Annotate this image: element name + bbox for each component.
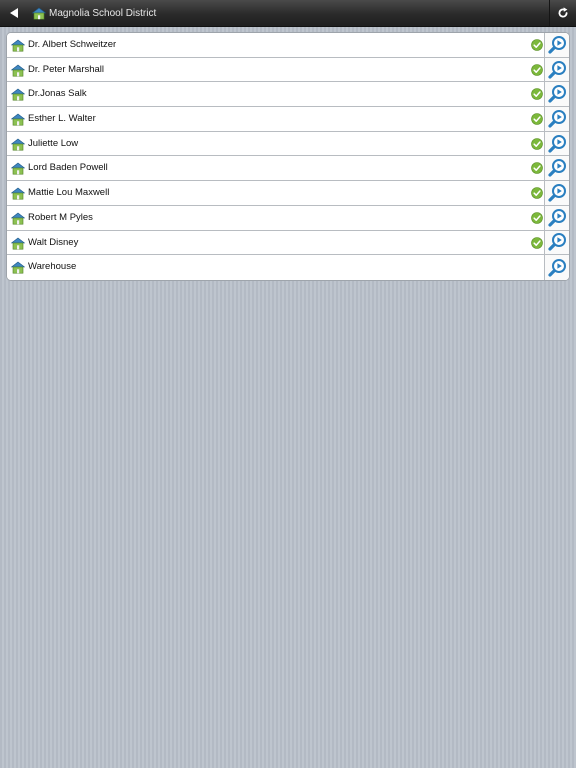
refresh-icon bbox=[558, 7, 568, 18]
school-name: Juliette Low bbox=[28, 137, 79, 149]
top-toolbar: Magnolia School District bbox=[0, 0, 576, 27]
view-details-button[interactable] bbox=[544, 181, 569, 205]
magnifier-play-icon bbox=[547, 232, 567, 252]
school-row[interactable]: Esther L. Walter bbox=[7, 107, 569, 132]
school-house-icon bbox=[11, 113, 25, 126]
school-house-icon bbox=[32, 7, 46, 20]
view-details-button[interactable] bbox=[544, 230, 569, 255]
school-name: Esther L. Walter bbox=[28, 113, 96, 125]
magnifier-play-icon bbox=[547, 134, 567, 154]
checkmark-icon bbox=[531, 113, 543, 125]
title-area: Magnolia School District bbox=[32, 0, 156, 26]
school-row[interactable]: Dr.Jonas Salk bbox=[7, 82, 569, 108]
school-house-icon bbox=[11, 261, 25, 274]
checkmark-icon bbox=[531, 63, 543, 76]
school-name: Dr.Jonas Salk bbox=[28, 88, 87, 100]
view-details-button[interactable] bbox=[544, 156, 569, 181]
magnifier-play-icon bbox=[547, 183, 567, 203]
school-house-icon bbox=[11, 162, 25, 175]
magnifier-play-icon bbox=[547, 84, 567, 104]
view-details-button[interactable] bbox=[544, 33, 569, 57]
checkmark-icon bbox=[531, 39, 543, 51]
magnifier-play-icon bbox=[547, 60, 567, 80]
school-name: Dr. Peter Marshall bbox=[28, 63, 105, 75]
school-row[interactable]: Robert M Pyles bbox=[7, 205, 569, 231]
magnifier-play-icon bbox=[547, 258, 567, 278]
school-house-icon bbox=[11, 138, 25, 151]
view-details-button[interactable] bbox=[544, 255, 569, 280]
back-button[interactable] bbox=[0, 0, 27, 26]
magnifier-play-icon bbox=[547, 35, 567, 55]
checkmark-icon bbox=[531, 212, 543, 224]
school-row[interactable]: Juliette Low bbox=[7, 131, 569, 157]
refresh-button[interactable] bbox=[549, 0, 576, 26]
checkmark-icon bbox=[531, 137, 543, 150]
back-arrow-icon bbox=[9, 8, 18, 18]
view-details-button[interactable] bbox=[544, 107, 569, 131]
school-row[interactable]: Dr. Albert Schweitzer bbox=[7, 33, 569, 58]
page-title: Magnolia School District bbox=[49, 7, 157, 19]
school-name: Lord Baden Powell bbox=[28, 162, 108, 174]
school-name: Robert M Pyles bbox=[28, 211, 93, 223]
school-name: Walt Disney bbox=[28, 236, 79, 248]
school-house-icon bbox=[11, 237, 25, 250]
checkmark-icon bbox=[531, 162, 543, 175]
school-house-icon bbox=[11, 212, 25, 225]
magnifier-play-icon bbox=[547, 109, 567, 129]
school-name: Warehouse bbox=[28, 261, 77, 273]
checkmark-icon bbox=[531, 236, 543, 249]
school-house-icon bbox=[11, 187, 25, 200]
view-details-button[interactable] bbox=[544, 131, 569, 156]
school-house-icon bbox=[11, 88, 25, 101]
school-row[interactable]: Warehouse bbox=[7, 255, 569, 280]
school-row[interactable]: Walt Disney bbox=[7, 230, 569, 256]
school-list: Dr. Albert Schweitzer Dr. Peter Marshall D… bbox=[6, 32, 570, 281]
checkmark-icon bbox=[531, 187, 543, 199]
school-row[interactable]: Lord Baden Powell bbox=[7, 156, 569, 182]
school-name: Dr. Albert Schweitzer bbox=[28, 39, 117, 50]
view-details-button[interactable] bbox=[544, 205, 569, 230]
school-row[interactable]: Dr. Peter Marshall bbox=[7, 57, 569, 83]
view-details-button[interactable] bbox=[544, 57, 569, 82]
view-details-button[interactable] bbox=[544, 82, 569, 107]
magnifier-play-icon bbox=[547, 158, 567, 178]
school-row[interactable]: Mattie Lou Maxwell bbox=[7, 181, 569, 206]
magnifier-play-icon bbox=[547, 208, 567, 228]
school-house-icon bbox=[11, 64, 25, 77]
school-house-icon bbox=[11, 39, 25, 52]
school-name: Mattie Lou Maxwell bbox=[28, 187, 110, 199]
checkmark-icon bbox=[531, 88, 543, 101]
